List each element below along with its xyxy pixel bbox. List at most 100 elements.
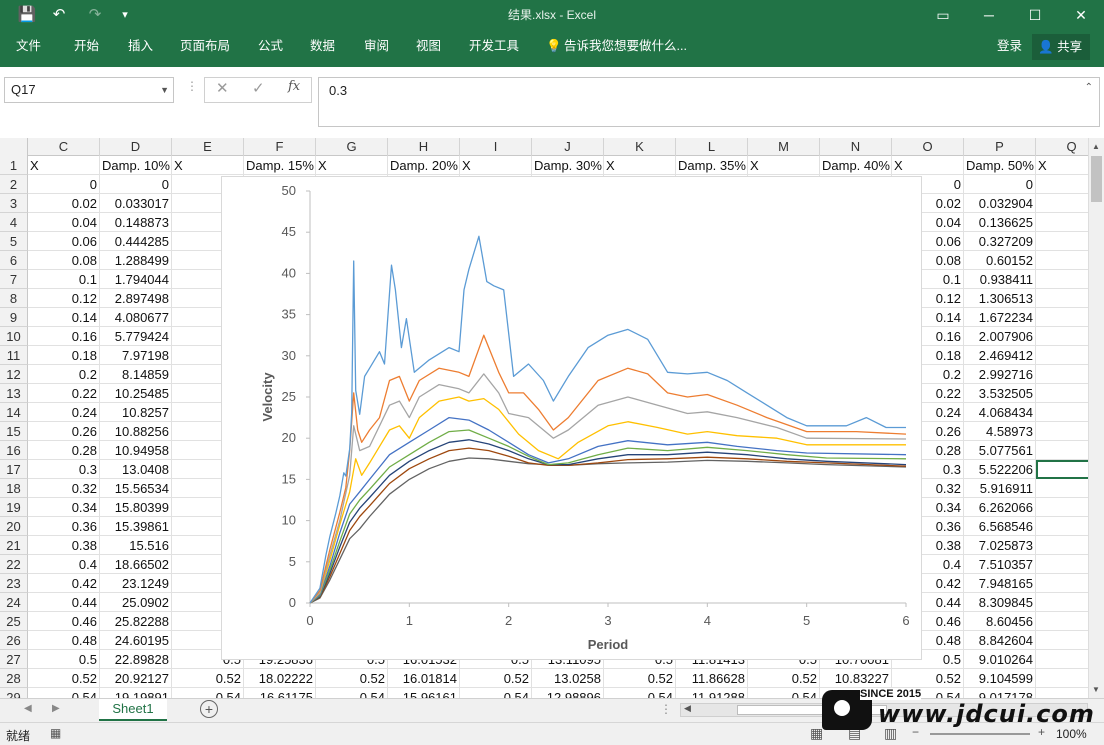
cell-d15[interactable]: 10.88256 bbox=[100, 422, 172, 441]
cell-i29[interactable]: 0.54 bbox=[460, 688, 532, 698]
tab-scroll-left-icon[interactable]: ◀ bbox=[24, 703, 32, 714]
vertical-scrollbar[interactable]: ▲ ▼ bbox=[1088, 138, 1104, 698]
insert-function-icon[interactable]: fx bbox=[288, 79, 300, 94]
cell-c15[interactable]: 0.26 bbox=[28, 422, 100, 441]
add-sheet-icon[interactable]: + bbox=[200, 700, 218, 718]
customize-qat-icon[interactable]: ▾ bbox=[116, 4, 134, 26]
undo-icon[interactable]: ↶ bbox=[46, 4, 72, 26]
tab-view[interactable]: 视图 bbox=[416, 30, 441, 62]
tab-insert[interactable]: 插入 bbox=[128, 30, 153, 62]
cell-c6[interactable]: 0.08 bbox=[28, 251, 100, 270]
cell-h29[interactable]: 15.96161 bbox=[388, 688, 460, 698]
row-header[interactable]: 10 bbox=[0, 327, 28, 346]
cell-m1[interactable]: X bbox=[748, 156, 820, 175]
row-header[interactable]: 15 bbox=[0, 422, 28, 441]
row-header[interactable]: 17 bbox=[0, 460, 28, 479]
row-header[interactable]: 4 bbox=[0, 213, 28, 232]
cell-p8[interactable]: 1.306513 bbox=[964, 289, 1036, 308]
cell-c10[interactable]: 0.16 bbox=[28, 327, 100, 346]
row-header[interactable]: 8 bbox=[0, 289, 28, 308]
cell-c12[interactable]: 0.2 bbox=[28, 365, 100, 384]
cell-p12[interactable]: 2.992716 bbox=[964, 365, 1036, 384]
cell-p21[interactable]: 7.025873 bbox=[964, 536, 1036, 555]
cell-d17[interactable]: 13.0408 bbox=[100, 460, 172, 479]
row-header[interactable]: 11 bbox=[0, 346, 28, 365]
tab-data[interactable]: 数据 bbox=[310, 30, 335, 62]
cell-p15[interactable]: 4.58973 bbox=[964, 422, 1036, 441]
save-icon[interactable]: 💾 bbox=[14, 4, 40, 26]
cell-d1[interactable]: Damp. 10% bbox=[100, 156, 172, 175]
cell-d3[interactable]: 0.033017 bbox=[100, 194, 172, 213]
cell-f1[interactable]: Damp. 15% bbox=[244, 156, 316, 175]
signin-link[interactable]: 登录 bbox=[997, 30, 1022, 62]
row-header[interactable]: 24 bbox=[0, 593, 28, 612]
row-header[interactable]: 9 bbox=[0, 308, 28, 327]
cell-c14[interactable]: 0.24 bbox=[28, 403, 100, 422]
cell-p13[interactable]: 3.532505 bbox=[964, 384, 1036, 403]
cell-c19[interactable]: 0.34 bbox=[28, 498, 100, 517]
cell-p1[interactable]: Damp. 50% bbox=[964, 156, 1036, 175]
cell-d25[interactable]: 25.82288 bbox=[100, 612, 172, 631]
cell-p26[interactable]: 8.842604 bbox=[964, 631, 1036, 650]
cell-p5[interactable]: 0.327209 bbox=[964, 232, 1036, 251]
cell-p14[interactable]: 4.068434 bbox=[964, 403, 1036, 422]
cell-d18[interactable]: 15.56534 bbox=[100, 479, 172, 498]
cell-p18[interactable]: 5.916911 bbox=[964, 479, 1036, 498]
cell-c22[interactable]: 0.4 bbox=[28, 555, 100, 574]
cell-p17[interactable]: 5.522206 bbox=[964, 460, 1036, 479]
cell-d24[interactable]: 25.0902 bbox=[100, 593, 172, 612]
cell-p7[interactable]: 0.938411 bbox=[964, 270, 1036, 289]
row-header[interactable]: 2 bbox=[0, 175, 28, 194]
cell-l28[interactable]: 11.86628 bbox=[676, 669, 748, 688]
cell-d13[interactable]: 10.25485 bbox=[100, 384, 172, 403]
scroll-left-icon[interactable]: ◀ bbox=[684, 703, 691, 714]
tab-formulas[interactable]: 公式 bbox=[258, 30, 283, 62]
cell-h28[interactable]: 16.01814 bbox=[388, 669, 460, 688]
cell-d22[interactable]: 18.66502 bbox=[100, 555, 172, 574]
cell-p2[interactable]: 0 bbox=[964, 175, 1036, 194]
row-header[interactable]: 20 bbox=[0, 517, 28, 536]
cell-c9[interactable]: 0.14 bbox=[28, 308, 100, 327]
cell-d28[interactable]: 20.92127 bbox=[100, 669, 172, 688]
cell-d23[interactable]: 23.1249 bbox=[100, 574, 172, 593]
cell-c29[interactable]: 0.54 bbox=[28, 688, 100, 698]
cell-c26[interactable]: 0.48 bbox=[28, 631, 100, 650]
cell-g29[interactable]: 0.54 bbox=[316, 688, 388, 698]
column-header-j[interactable]: J bbox=[532, 138, 604, 156]
column-header-n[interactable]: N bbox=[820, 138, 892, 156]
column-header-g[interactable]: G bbox=[316, 138, 388, 156]
chart[interactable]: 0 5 10 15 20 25 30 35 40 45 50 0 1 2 3 4 5 6 Period Velocit… bbox=[221, 176, 922, 660]
macro-record-icon[interactable]: ▦ bbox=[50, 726, 61, 740]
sheet-tab-sheet1[interactable]: Sheet1 bbox=[99, 699, 167, 721]
close-icon[interactable]: ✕ bbox=[1058, 0, 1104, 30]
cell-d14[interactable]: 10.8257 bbox=[100, 403, 172, 422]
cell-i28[interactable]: 0.52 bbox=[460, 669, 532, 688]
cell-l1[interactable]: Damp. 35% bbox=[676, 156, 748, 175]
cell-j28[interactable]: 13.0258 bbox=[532, 669, 604, 688]
cell-d8[interactable]: 2.897498 bbox=[100, 289, 172, 308]
cell-c20[interactable]: 0.36 bbox=[28, 517, 100, 536]
tab-developer[interactable]: 开发工具 bbox=[469, 30, 519, 62]
expand-formula-bar-icon[interactable]: ⌃ bbox=[1085, 82, 1093, 93]
cell-k1[interactable]: X bbox=[604, 156, 676, 175]
cell-p6[interactable]: 0.60152 bbox=[964, 251, 1036, 270]
cell-j29[interactable]: 12.98896 bbox=[532, 688, 604, 698]
row-header[interactable]: 13 bbox=[0, 384, 28, 403]
redo-icon[interactable]: ↷ bbox=[82, 4, 108, 26]
row-header[interactable]: 6 bbox=[0, 251, 28, 270]
cell-c28[interactable]: 0.52 bbox=[28, 669, 100, 688]
tab-file[interactable]: 文件 bbox=[16, 30, 41, 62]
cell-c1[interactable]: X bbox=[28, 156, 100, 175]
formula-input[interactable]: 0.3 ⌃ bbox=[318, 77, 1100, 127]
cell-c27[interactable]: 0.5 bbox=[28, 650, 100, 669]
cell-j1[interactable]: Damp. 30% bbox=[532, 156, 604, 175]
column-header-e[interactable]: E bbox=[172, 138, 244, 156]
cell-p22[interactable]: 7.510357 bbox=[964, 555, 1036, 574]
row-header[interactable]: 19 bbox=[0, 498, 28, 517]
cell-m28[interactable]: 0.52 bbox=[748, 669, 820, 688]
cell-k28[interactable]: 0.52 bbox=[604, 669, 676, 688]
cell-p11[interactable]: 2.469412 bbox=[964, 346, 1036, 365]
cell-d12[interactable]: 8.14859 bbox=[100, 365, 172, 384]
row-header[interactable]: 14 bbox=[0, 403, 28, 422]
cell-c18[interactable]: 0.32 bbox=[28, 479, 100, 498]
